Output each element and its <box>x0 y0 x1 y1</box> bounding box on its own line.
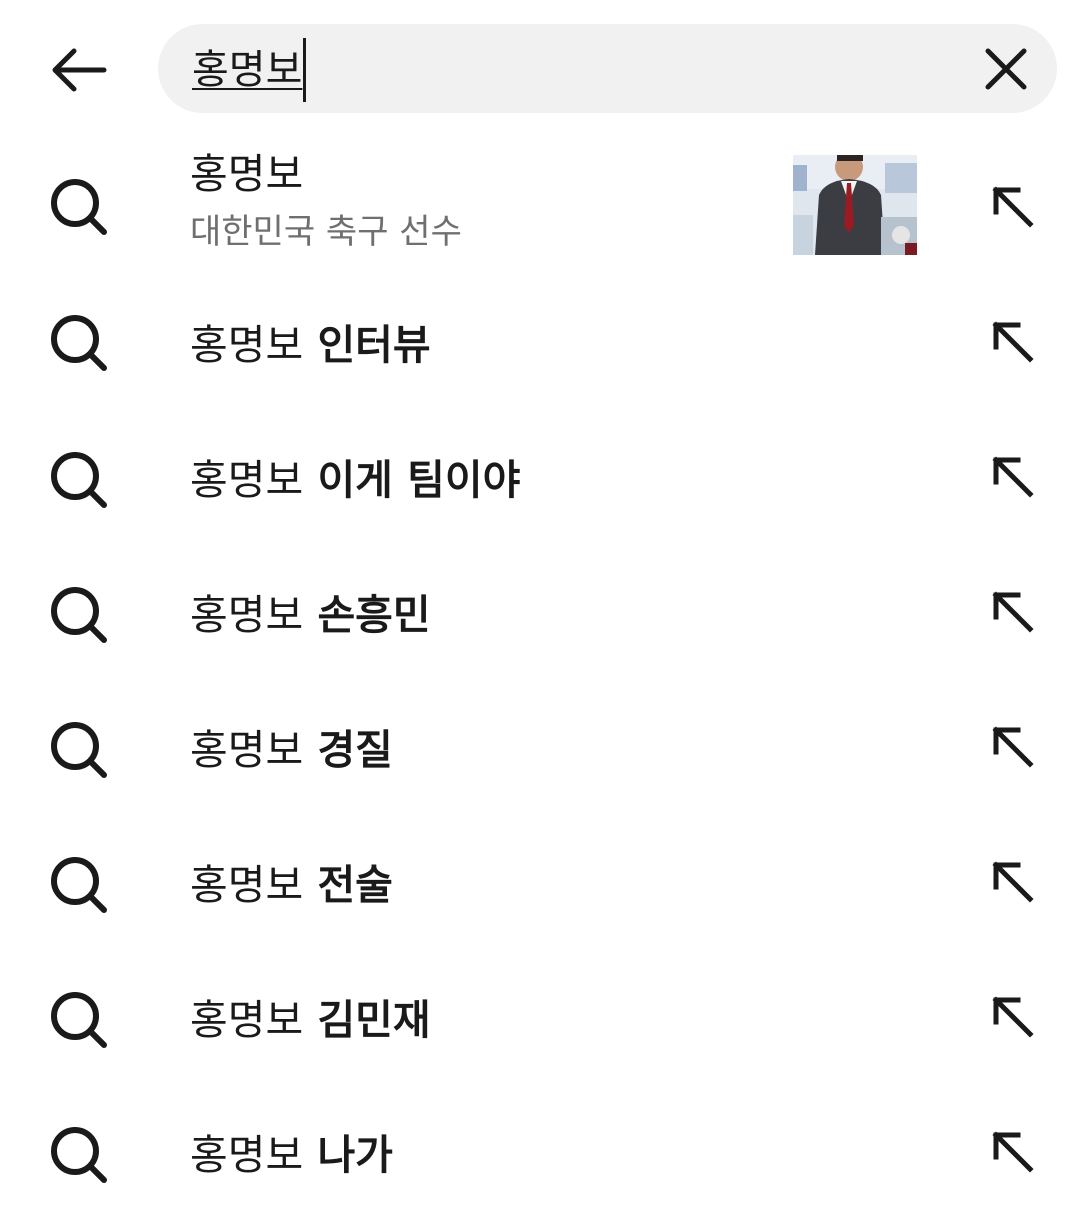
suggestion-label: 홍명보 전술 <box>190 858 393 912</box>
arrow-up-left-icon[interactable] <box>988 722 1038 772</box>
search-icon <box>51 179 107 235</box>
back-button[interactable] <box>40 34 116 106</box>
suggestion-item[interactable]: 홍명보 경질 <box>0 678 1079 813</box>
arrow-up-left-icon[interactable] <box>988 182 1038 232</box>
arrow-up-left-icon[interactable] <box>988 857 1038 907</box>
suggestion-item[interactable]: 홍명보 인터뷰 <box>0 273 1079 408</box>
suggestion-completion-part: 전술 <box>303 861 393 909</box>
clear-search-button[interactable] <box>981 44 1031 94</box>
suggestion-item[interactable]: 홍명보 전술 <box>0 813 1079 948</box>
arrow-up-left-icon[interactable] <box>988 452 1038 502</box>
suggestion-completion-part: 이게 팀이야 <box>303 456 521 504</box>
search-query-text: 홍명보 <box>192 47 303 93</box>
suggestion-completion-part: 경질 <box>303 726 393 774</box>
suggestion-label: 홍명보 인터뷰 <box>190 318 431 372</box>
arrow-up-left-icon[interactable] <box>988 1127 1038 1177</box>
search-icon <box>51 315 107 371</box>
suggestion-item[interactable]: 홍명보 나가 <box>0 1083 1079 1218</box>
search-input-text[interactable]: 홍명보 <box>192 38 307 102</box>
suggestion-query-part: 홍명보 <box>190 150 304 198</box>
suggestion-query-part: 홍명보 <box>190 861 304 909</box>
arrow-left-icon <box>52 48 107 92</box>
search-icon <box>51 587 107 643</box>
search-header: 홍명보 <box>0 0 1079 138</box>
suggestion-label: 홍명보 김민재 <box>190 993 431 1047</box>
search-icon <box>51 857 107 913</box>
suggestion-completion-part: 김민재 <box>303 996 431 1044</box>
suggestion-completion-part: 인터뷰 <box>303 321 431 369</box>
suggestion-query-part: 홍명보 <box>190 1131 304 1179</box>
suggestion-item[interactable]: 홍명보 손흥민 <box>0 543 1079 678</box>
suggestion-query-part: 홍명보 <box>190 321 304 369</box>
suggestion-query-part: 홍명보 <box>190 726 304 774</box>
suggestion-completion-part: 손흥민 <box>303 591 431 639</box>
suggestion-label: 홍명보 손흥민 <box>190 588 431 642</box>
suggestion-query-part: 홍명보 <box>190 456 304 504</box>
suggestion-label: 홍명보 경질 <box>190 723 393 777</box>
suggestion-item[interactable]: 홍명보 김민재 <box>0 948 1079 1083</box>
suggestion-subtitle: 대한민국 축구 선수 <box>190 212 462 252</box>
person-thumbnail <box>793 155 917 255</box>
suggestion-completion-part: 나가 <box>303 1131 393 1179</box>
suggestion-label: 홍명보 나가 <box>190 1128 393 1182</box>
text-caret <box>303 38 307 102</box>
suggestion-item[interactable]: 홍명보 이게 팀이야 <box>0 408 1079 543</box>
suggestion-label: 홍명보 이게 팀이야 <box>190 453 520 507</box>
suggestion-label: 홍명보 <box>190 147 303 201</box>
search-input[interactable]: 홍명보 <box>158 24 1057 113</box>
arrow-up-left-icon[interactable] <box>988 587 1038 637</box>
search-icon <box>51 1127 107 1183</box>
search-icon <box>51 722 107 778</box>
suggestion-item[interactable]: 홍명보 대한민국 축구 선수 <box>0 138 1079 273</box>
search-icon <box>51 992 107 1048</box>
search-suggestions-screen: 홍명보 홍명보 대한민국 축구 선수 홍명보 인터뷰 홍명보 이게 팀이야 홍명… <box>0 0 1079 1218</box>
suggestion-query-part: 홍명보 <box>190 996 304 1044</box>
suggestion-query-part: 홍명보 <box>190 591 304 639</box>
arrow-up-left-icon[interactable] <box>988 317 1038 367</box>
search-icon <box>51 452 107 508</box>
arrow-up-left-icon[interactable] <box>988 992 1038 1042</box>
close-icon <box>985 48 1027 90</box>
